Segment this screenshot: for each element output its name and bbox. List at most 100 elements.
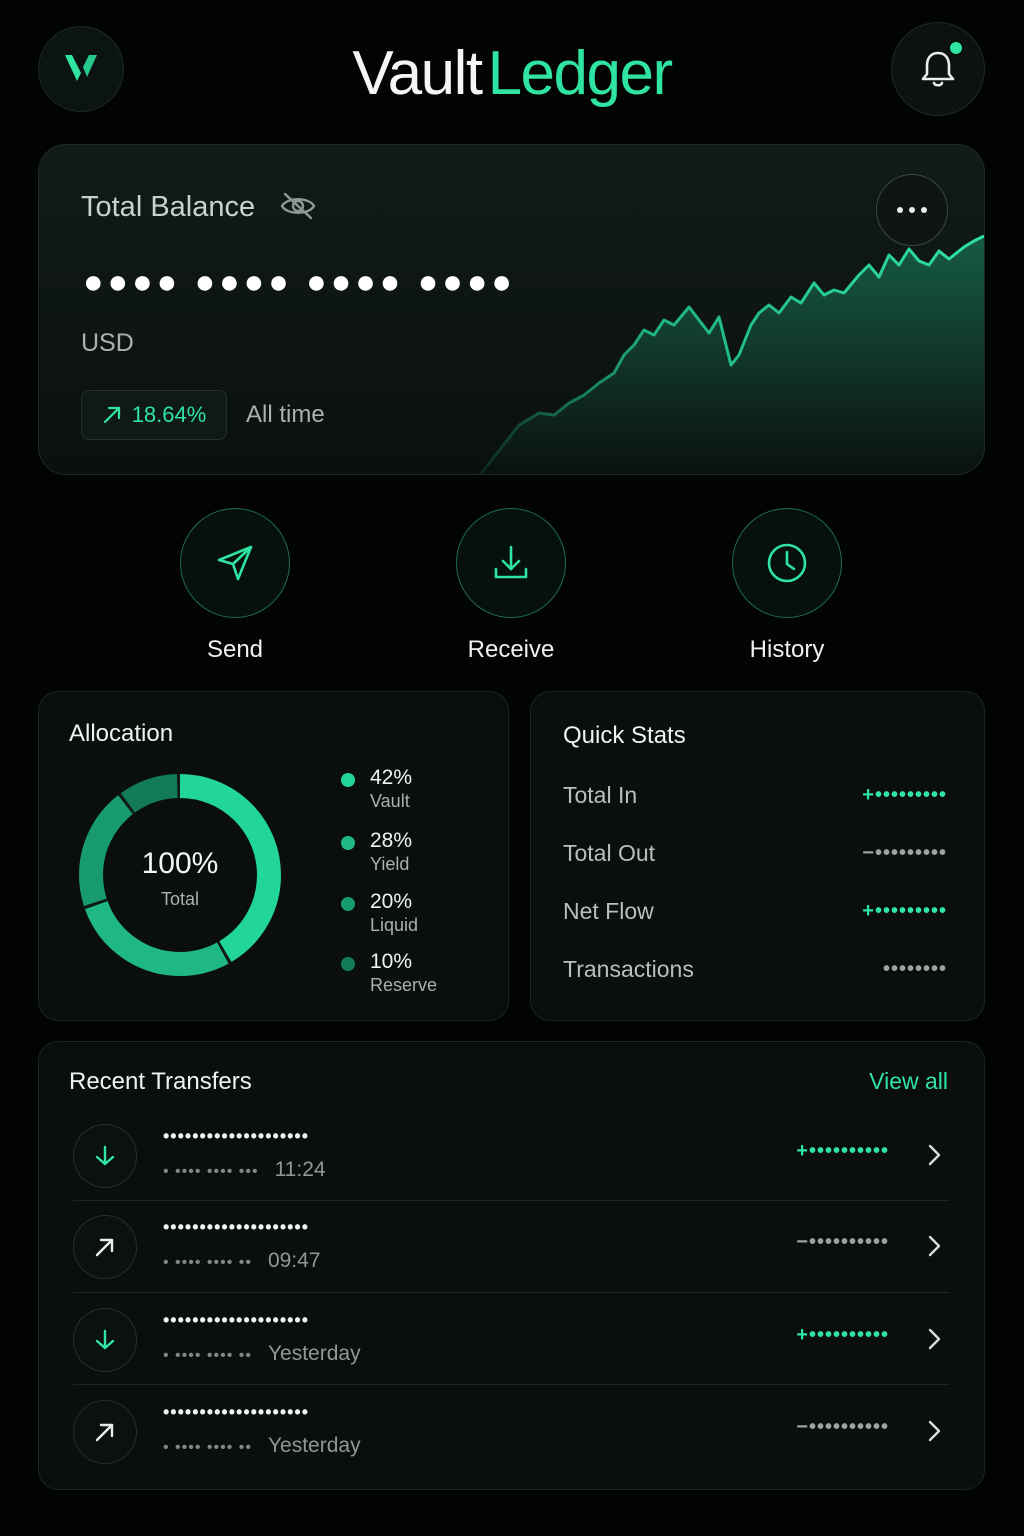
receive-action[interactable]: Receive xyxy=(411,508,611,664)
donut-total-label: Total xyxy=(160,889,200,909)
donut-center: 100% Total xyxy=(77,847,283,910)
stat-label: Total In xyxy=(563,782,638,808)
legend-pct: 10% xyxy=(370,950,413,973)
send-icon xyxy=(217,545,253,581)
legend-pct: 42% xyxy=(370,766,413,789)
sparkline-area xyxy=(480,236,984,474)
stat-value: −••••••••• xyxy=(862,842,947,864)
send-button[interactable] xyxy=(180,508,290,618)
notification-dot xyxy=(948,40,964,56)
recent-transfers-panel: Recent Transfers View all ••••••••••••••… xyxy=(38,1041,985,1490)
view-all-link[interactable]: View all xyxy=(869,1068,948,1095)
send-action[interactable]: Send xyxy=(135,508,335,664)
brand-word-ledger: Ledger xyxy=(487,39,674,108)
period-label: All time xyxy=(246,401,325,428)
legend-dot xyxy=(341,773,355,787)
stat-row-transactions: Transactions •••••••• xyxy=(563,956,947,986)
transfer-amount: +•••••••••• xyxy=(796,1324,889,1346)
transfer-row[interactable]: •••••••••••••••••••• • •••• •••• •• 09:47… xyxy=(73,1203,949,1295)
stat-row-total-out: Total Out −••••••••• xyxy=(563,840,947,870)
change-percent: 18.64% xyxy=(131,402,207,427)
balance-title: Total Balance xyxy=(81,191,256,223)
transfer-direction-badge xyxy=(73,1308,137,1372)
more-icon-dot xyxy=(909,207,915,213)
legend-dot xyxy=(341,897,355,911)
transfer-row[interactable]: •••••••••••••••••••• • •••• •••• •• Yeste… xyxy=(73,1388,949,1480)
quick-stats-panel: Quick Stats Total In +••••••••• Total Ou… xyxy=(530,691,985,1021)
transfer-ref: • •••• •••• •• xyxy=(163,1439,252,1456)
transfer-ref: • •••• •••• •• xyxy=(163,1347,252,1364)
quick-stats-title: Quick Stats xyxy=(563,722,686,749)
chevron-right-icon xyxy=(928,1235,941,1257)
more-icon-dot xyxy=(921,207,927,213)
balance-sparkline xyxy=(478,235,984,474)
balance-card: Total Balance ●●●● ●●●● ●●●● ●●●● USD 18… xyxy=(38,144,985,475)
donut-total-value: 100% xyxy=(141,847,219,880)
transfer-direction-badge xyxy=(73,1124,137,1188)
arrow-down-icon xyxy=(95,1145,115,1166)
transfer-ref: • •••• •••• •• xyxy=(163,1254,252,1271)
transfer-direction-badge xyxy=(73,1215,137,1279)
transfer-amount: −•••••••••• xyxy=(796,1231,889,1253)
chevron-right-icon xyxy=(928,1328,941,1350)
transfer-amount: +•••••••••• xyxy=(796,1140,889,1162)
transfer-meta: • •••• •••• •• Yesterday xyxy=(163,1434,361,1458)
stat-row-net-flow: Net Flow +••••••••• xyxy=(563,898,947,928)
send-label: Send xyxy=(206,636,264,663)
stat-value: •••••••• xyxy=(882,958,947,980)
transfer-amount: −•••••••••• xyxy=(796,1416,889,1438)
more-icon-dot xyxy=(897,207,903,213)
stat-value: +••••••••• xyxy=(862,900,947,922)
transfer-meta: • •••• •••• ••• 11:24 xyxy=(163,1158,326,1182)
arrow-up-right-icon xyxy=(95,1423,114,1442)
clock-icon xyxy=(767,543,807,583)
history-label: History xyxy=(749,636,825,663)
transfer-row[interactable]: •••••••••••••••••••• • •••• •••• ••• 11:2… xyxy=(73,1112,949,1204)
brand-title: VaultLedger xyxy=(0,38,1024,109)
receive-label: Receive xyxy=(467,636,555,663)
transfer-time: 09:47 xyxy=(267,1249,321,1272)
transfer-meta: • •••• •••• •• Yesterday xyxy=(163,1342,361,1366)
legend-pct: 28% xyxy=(370,829,413,852)
stat-label: Transactions xyxy=(563,956,694,982)
stat-value: +••••••••• xyxy=(862,784,947,806)
transfer-name: •••••••••••••••••••• xyxy=(163,1217,310,1237)
trend-up-icon xyxy=(103,406,120,424)
row-divider xyxy=(73,1292,949,1293)
notifications-button[interactable] xyxy=(891,22,985,116)
transfer-direction-badge xyxy=(73,1400,137,1464)
change-badge: 18.64% xyxy=(81,390,227,440)
transfer-name: •••••••••••••••••••• xyxy=(163,1126,310,1146)
receive-button[interactable] xyxy=(456,508,566,618)
history-action[interactable]: History xyxy=(687,508,887,664)
legend-pct: 20% xyxy=(370,890,413,913)
brand-word-vault: Vault xyxy=(352,39,483,108)
currency-label: USD xyxy=(81,329,134,357)
chevron-right-icon xyxy=(928,1144,941,1166)
eye-off-icon[interactable] xyxy=(279,191,317,221)
stat-row-total-in: Total In +••••••••• xyxy=(563,782,947,812)
transfer-time: Yesterday xyxy=(267,1434,361,1457)
row-divider xyxy=(73,1384,949,1385)
transfer-ref: • •••• •••• ••• xyxy=(163,1163,259,1180)
stat-label: Net Flow xyxy=(563,898,654,924)
allocation-panel: Allocation 100% Total 42% Vault 28% Yiel… xyxy=(38,691,509,1021)
legend-name: Vault xyxy=(370,791,410,811)
recent-transfers-title: Recent Transfers xyxy=(69,1068,252,1095)
arrow-up-right-icon xyxy=(95,1238,114,1257)
arrow-down-icon xyxy=(95,1329,115,1350)
transfer-time: Yesterday xyxy=(267,1342,361,1365)
legend-name: Liquid xyxy=(370,915,419,935)
legend-dot xyxy=(341,957,355,971)
transfer-name: •••••••••••••••••••• xyxy=(163,1310,310,1330)
transfer-row[interactable]: •••••••••••••••••••• • •••• •••• •• Yeste… xyxy=(73,1296,949,1388)
legend-name: Reserve xyxy=(370,975,438,995)
transfer-name: •••••••••••••••••••• xyxy=(163,1402,310,1422)
stat-label: Total Out xyxy=(563,840,656,866)
legend-dot xyxy=(341,836,355,850)
legend-name: Yield xyxy=(370,854,410,874)
transfer-meta: • •••• •••• •• 09:47 xyxy=(163,1249,321,1273)
history-button[interactable] xyxy=(732,508,842,618)
transfer-time: 11:24 xyxy=(274,1158,326,1181)
chevron-right-icon xyxy=(928,1420,941,1442)
